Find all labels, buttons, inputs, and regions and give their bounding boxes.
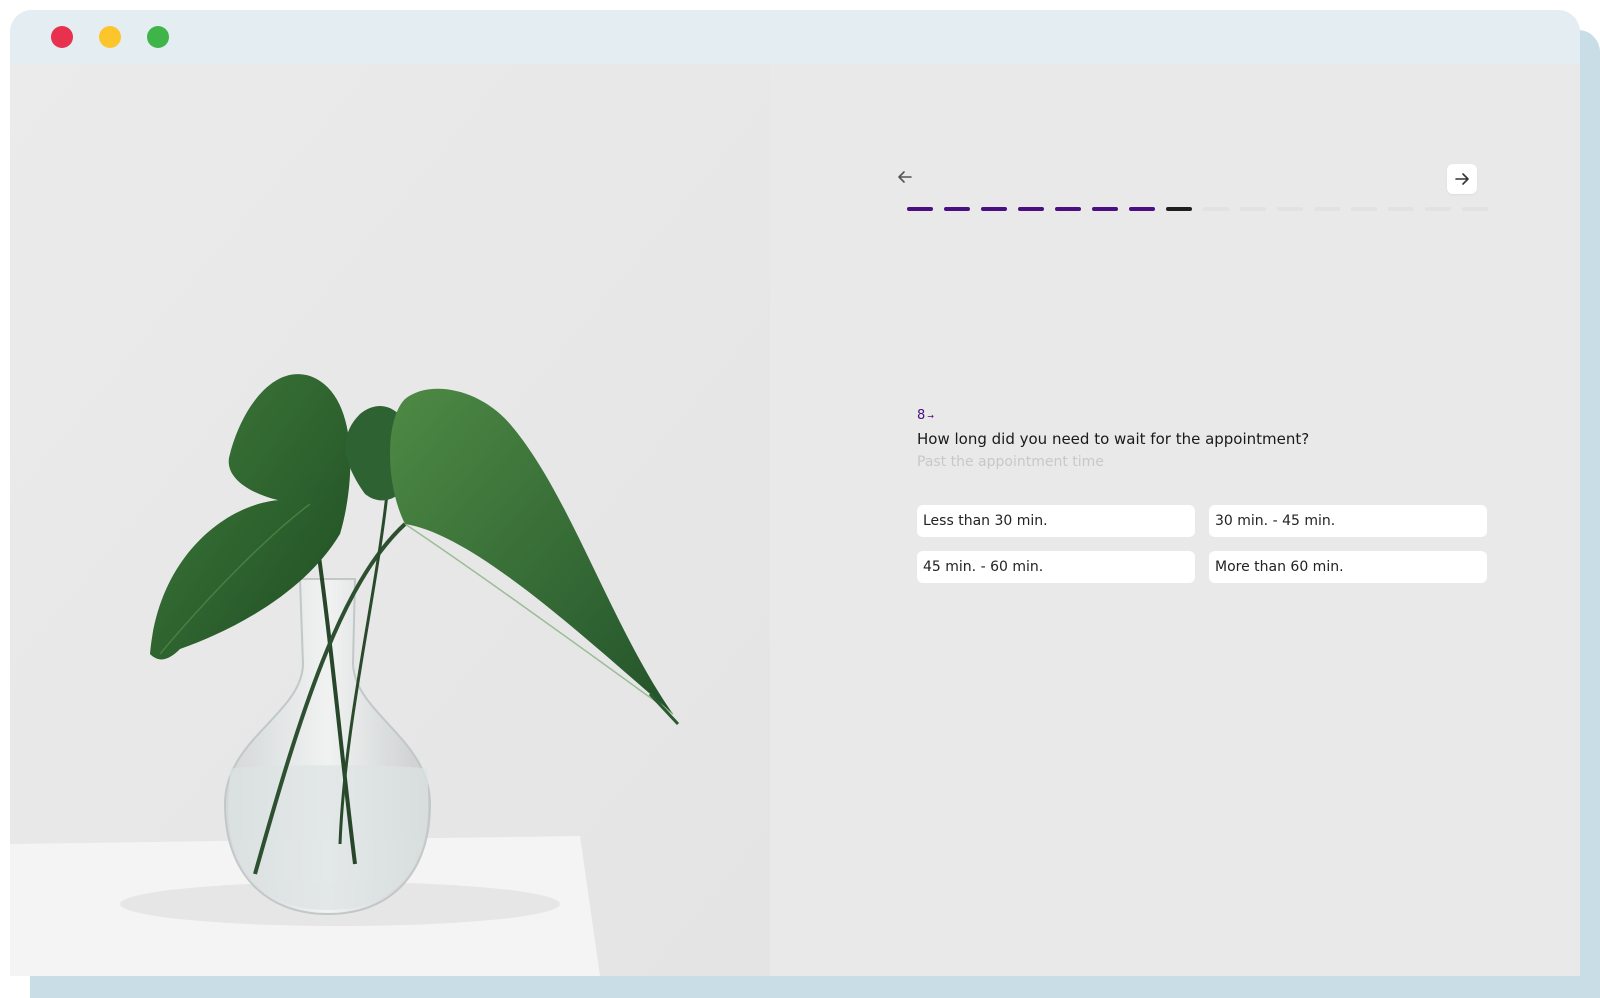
close-window-button[interactable] [51,26,73,48]
progress-segment [981,207,1007,211]
progress-segment [1314,207,1340,211]
progress-segment [1462,207,1488,211]
arrow-left-icon [898,171,912,183]
progress-segment [1425,207,1451,211]
minimize-window-button[interactable] [99,26,121,48]
progress-segment [1018,207,1044,211]
progress-segment [1092,207,1118,211]
question-hint: Past the appointment time [917,454,1104,470]
arrow-right-small-icon: → [927,412,934,421]
option-less-than-30[interactable]: Less than 30 min. [917,505,1195,537]
progress-segment [1166,207,1192,211]
option-45-60[interactable]: 45 min. - 60 min. [917,551,1195,583]
arrow-right-icon [1455,173,1469,185]
app-window: 8 → How long did you need to wait for the… [10,10,1580,976]
question-number: 8 → [917,408,934,423]
progress-segment [1240,207,1266,211]
plant-in-vase-image [10,64,770,976]
question-block: 8 → How long did you need to wait for the… [917,408,1497,474]
progress-segment [1203,207,1229,211]
maximize-window-button[interactable] [147,26,169,48]
progress-segment [1351,207,1377,211]
progress-segment [907,207,933,211]
next-button[interactable] [1447,164,1477,194]
back-button[interactable] [890,162,920,192]
answer-options: Less than 30 min. 30 min. - 45 min. 45 m… [917,505,1487,583]
survey-content: 8 → How long did you need to wait for the… [10,64,1580,976]
progress-segment [1277,207,1303,211]
progress-bar [907,207,1488,213]
progress-segment [1129,207,1155,211]
option-more-than-60[interactable]: More than 60 min. [1209,551,1487,583]
option-30-45[interactable]: 30 min. - 45 min. [1209,505,1487,537]
window-titlebar [10,10,1580,64]
progress-segment [1388,207,1414,211]
progress-segment [944,207,970,211]
question-text: How long did you need to wait for the ap… [917,430,1310,448]
progress-segment [1055,207,1081,211]
